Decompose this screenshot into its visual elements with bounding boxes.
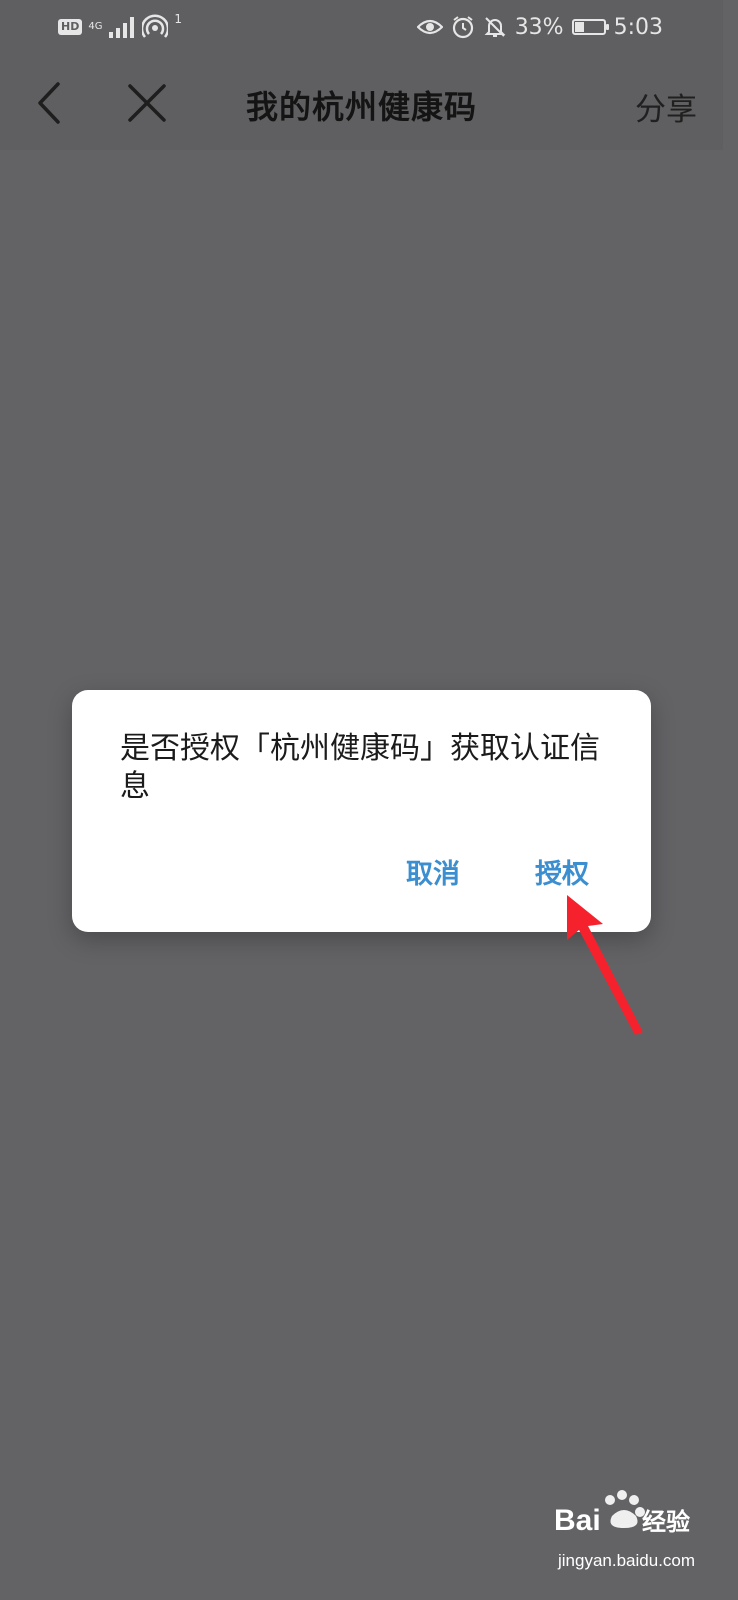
hotspot-count: 1 [174,12,182,26]
status-left-group: HD 4G 1 [58,12,182,42]
network-type-label: 4G [88,21,103,32]
status-right-group: 33% 5:03 [416,12,663,42]
battery-percent: 33% [514,14,564,40]
status-time: 5:03 [613,14,663,40]
alarm-icon [452,16,473,39]
annotation-arrow-icon [567,895,643,1035]
battery-fill [574,22,584,32]
authorize-button[interactable]: 授权 [535,852,589,891]
baidu-watermark-logo: Bai 经验 jingyan.baidu.com [554,1490,695,1570]
svg-text:Bai: Bai [554,1504,601,1537]
hotspot-icon [142,14,169,38]
status-bar: HD 4G 1 33% 5:03 [0,0,723,56]
eye-icon [416,19,443,35]
svg-text:jingyan.baidu.com: jingyan.baidu.com [557,1551,695,1570]
svg-text:经验: 经验 [642,1508,690,1536]
dialog-message: 是否授权「杭州健康码」获取认证信息 [120,731,600,804]
mute-bell-icon [484,17,506,37]
share-button[interactable]: 分享 [635,84,697,129]
nav-bar: 我的杭州健康码 分享 [0,56,723,150]
cancel-button[interactable]: 取消 [406,852,460,891]
signal-icon [109,17,135,38]
hd-badge: HD [58,19,83,35]
page-title: 我的杭州健康码 [245,88,477,126]
battery-icon [571,19,609,35]
